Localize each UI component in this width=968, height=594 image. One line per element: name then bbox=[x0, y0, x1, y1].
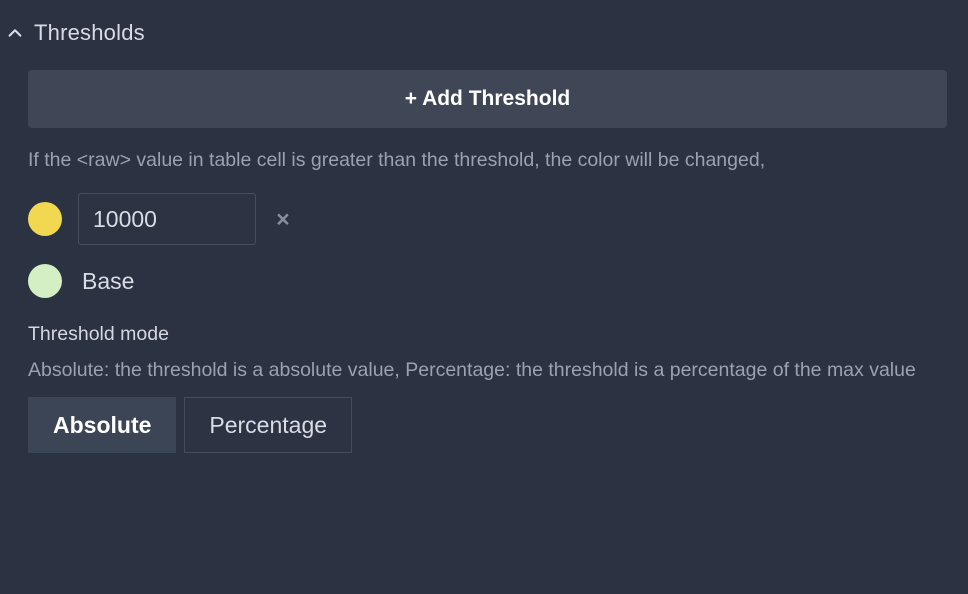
threshold-mode-label: Threshold mode bbox=[28, 323, 169, 345]
chevron-up-icon[interactable] bbox=[6, 24, 24, 42]
threshold-mode-description: Absolute: the threshold is a absolute va… bbox=[28, 359, 916, 382]
threshold-mode-option-percentage[interactable]: Percentage bbox=[184, 397, 353, 454]
close-icon[interactable]: × bbox=[270, 206, 296, 232]
threshold-mode-option-absolute[interactable]: Absolute bbox=[28, 397, 177, 454]
thresholds-section-header[interactable]: Thresholds bbox=[0, 0, 968, 48]
base-color-swatch[interactable] bbox=[28, 264, 62, 298]
threshold-color-swatch[interactable] bbox=[28, 202, 62, 236]
thresholds-panel: Thresholds + Add Threshold If the <raw> … bbox=[0, 0, 968, 594]
thresholds-content: + Add Threshold If the <raw> value in ta… bbox=[0, 70, 968, 454]
page-title: Thresholds bbox=[34, 20, 145, 45]
threshold-value-input[interactable] bbox=[78, 193, 256, 245]
base-label: Base bbox=[82, 267, 135, 294]
add-threshold-button[interactable]: + Add Threshold bbox=[28, 70, 947, 128]
thresholds-help-text: If the <raw> value in table cell is grea… bbox=[28, 149, 766, 171]
threshold-mode-radio-group: Absolute Percentage bbox=[28, 397, 947, 454]
threshold-row: × bbox=[28, 193, 947, 245]
threshold-base-row: Base bbox=[28, 264, 947, 298]
